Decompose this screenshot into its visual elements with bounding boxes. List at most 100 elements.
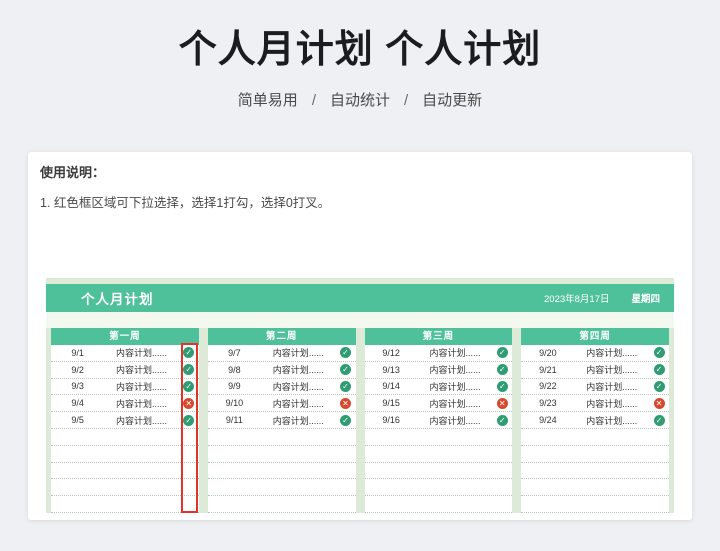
date-cell: 9/1 <box>71 347 84 358</box>
empty-row <box>207 445 356 463</box>
week-column: 第三周 9/12 内容计划...... ✓ 9/13 内容计划...... ✓ 9/14 内容… <box>364 328 513 513</box>
status-dropdown-cell[interactable]: ✓ <box>649 347 669 359</box>
date-cell: 9/21 <box>539 364 557 375</box>
plan-row: 9/12 内容计划...... ✓ <box>364 345 513 362</box>
content-cell: 内容计划...... <box>586 381 638 392</box>
empty-row <box>51 445 199 463</box>
status-dropdown-cell[interactable]: ✕ <box>649 397 669 409</box>
sheet-header: 个人月计划 2023年8月17日 星期四 <box>46 284 674 312</box>
empty-row <box>521 496 669 513</box>
status-dropdown-cell[interactable]: ✓ <box>649 414 669 426</box>
week-rows: 9/20 内容计划...... ✓ 9/21 内容计划...... ✓ 9/22 内容计划..… <box>521 345 669 513</box>
date-cell: 9/16 <box>382 415 400 426</box>
check-icon: ✓ <box>496 380 508 392</box>
check-icon: ✓ <box>496 364 508 376</box>
date-cell: 9/13 <box>382 364 400 375</box>
empty-row <box>364 445 513 463</box>
plan-row: 9/21 内容计划...... ✓ <box>521 361 669 379</box>
empty-row <box>207 496 356 513</box>
status-dropdown-cell[interactable]: ✓ <box>179 380 199 392</box>
weeks-container: 第一周 9/1 内容计划...... ✓ 9/2 内容计划...... ✓ 9/3 内容计划.… <box>46 328 674 513</box>
usage-instructions: 使用说明： 1. 红色框区域可下拉选择，选择1打勾，选择0打叉。 <box>28 152 692 211</box>
check-icon: ✓ <box>496 347 508 359</box>
content-cell: 内容计划...... <box>429 415 481 426</box>
week-column: 第四周 9/20 内容计划...... ✓ 9/21 内容计划...... ✓ 9/22 内容… <box>521 328 669 513</box>
plan-row: 9/1 内容计划...... ✓ <box>51 345 199 362</box>
check-icon: ✓ <box>183 347 195 359</box>
week-column: 第一周 9/1 内容计划...... ✓ 9/2 内容计划...... ✓ 9/3 内容计划.… <box>51 328 199 513</box>
status-dropdown-cell[interactable]: ✕ <box>492 397 512 409</box>
content-cell: 内容计划...... <box>115 415 167 426</box>
week-rows: 9/1 内容计划...... ✓ 9/2 内容计划...... ✓ 9/3 内容计划.....… <box>51 345 199 513</box>
empty-row <box>521 428 669 446</box>
status-dropdown-cell[interactable]: ✓ <box>179 414 199 426</box>
week-rows: 9/7 内容计划...... ✓ 9/8 内容计划...... ✓ 9/9 内容计划.....… <box>207 345 356 513</box>
content-cell: 内容计划...... <box>115 398 167 409</box>
status-dropdown-cell[interactable]: ✓ <box>179 364 199 376</box>
plan-row: 9/4 内容计划...... ✕ <box>51 395 199 413</box>
empty-row <box>521 445 669 463</box>
sheet-gap-row <box>46 312 674 328</box>
content-cell: 内容计划...... <box>272 381 324 392</box>
separator-slash: / <box>404 92 409 109</box>
status-dropdown-cell[interactable]: ✓ <box>336 364 356 376</box>
status-dropdown-cell[interactable]: ✓ <box>492 347 512 359</box>
status-dropdown-cell[interactable]: ✓ <box>492 364 512 376</box>
status-dropdown-cell[interactable]: ✓ <box>649 380 669 392</box>
cross-icon: ✕ <box>496 397 508 409</box>
status-dropdown-cell[interactable]: ✓ <box>336 347 356 359</box>
status-dropdown-cell[interactable]: ✕ <box>336 397 356 409</box>
status-dropdown-cell[interactable]: ✓ <box>649 364 669 376</box>
content-cell: 内容计划...... <box>586 415 638 426</box>
content-cell: 内容计划...... <box>115 381 167 392</box>
sheet-title: 个人月计划 <box>81 292 154 307</box>
check-icon: ✓ <box>340 380 351 392</box>
empty-row <box>207 479 356 497</box>
plan-row: 9/20 内容计划...... ✓ <box>521 345 669 362</box>
content-cell: 内容计划...... <box>115 365 167 376</box>
date-cell: 9/10 <box>225 398 244 409</box>
status-dropdown-cell[interactable]: ✓ <box>336 414 356 426</box>
date-cell: 9/9 <box>228 381 241 392</box>
check-icon: ✓ <box>653 380 665 392</box>
status-dropdown-cell[interactable]: ✓ <box>336 380 356 392</box>
plan-row: 9/15 内容计划...... ✕ <box>364 395 513 413</box>
instructions-heading: 使用说明： <box>40 165 106 180</box>
page-header: 个人月计划 个人计划 简单易用 / 自动统计 / 自动更新 <box>0 26 720 112</box>
page-title: 个人月计划 个人计划 <box>178 29 542 71</box>
content-cell: 内容计划...... <box>429 348 481 359</box>
check-icon: ✓ <box>340 364 351 376</box>
cross-icon: ✕ <box>340 397 351 409</box>
empty-row <box>51 496 199 513</box>
status-dropdown-cell[interactable]: ✓ <box>179 347 199 359</box>
week-header: 第三周 <box>364 328 513 345</box>
empty-row <box>521 462 669 480</box>
content-cell: 内容计划...... <box>272 398 324 409</box>
plan-row: 9/13 内容计划...... ✓ <box>364 361 513 379</box>
content-cell: 内容计划...... <box>429 365 481 376</box>
check-icon: ✓ <box>653 414 665 426</box>
plan-row: 9/16 内容计划...... ✓ <box>364 412 513 429</box>
check-icon: ✓ <box>183 414 195 426</box>
week-header: 第一周 <box>51 328 199 345</box>
plan-row: 9/22 内容计划...... ✓ <box>521 378 669 396</box>
content-cell: 内容计划...... <box>272 348 324 359</box>
status-dropdown-cell[interactable]: ✓ <box>492 380 512 392</box>
content-cell: 内容计划...... <box>272 415 324 426</box>
check-icon: ✓ <box>653 347 665 359</box>
date-cell: 9/20 <box>539 347 557 358</box>
date-cell: 9/24 <box>539 415 557 426</box>
content-cell: 内容计划...... <box>429 398 481 409</box>
empty-row <box>364 462 513 480</box>
cross-icon: ✕ <box>183 397 195 409</box>
empty-row <box>207 462 356 480</box>
week-header: 第四周 <box>521 328 669 345</box>
check-icon: ✓ <box>496 414 508 426</box>
plan-row: 9/2 内容计划...... ✓ <box>51 361 199 379</box>
check-icon: ✓ <box>653 364 665 376</box>
plan-row: 9/24 内容计划...... ✓ <box>521 412 669 429</box>
status-dropdown-cell[interactable]: ✓ <box>492 414 512 426</box>
plan-row: 9/9 内容计划...... ✓ <box>207 378 356 396</box>
empty-row <box>364 479 513 497</box>
status-dropdown-cell[interactable]: ✕ <box>179 397 199 409</box>
